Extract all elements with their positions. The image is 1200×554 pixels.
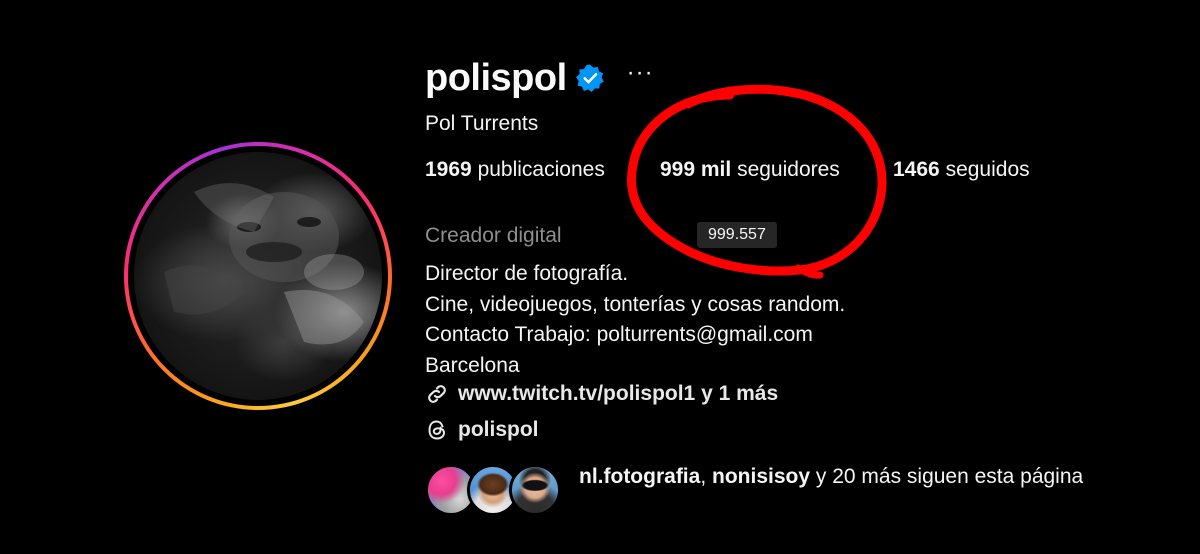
mutual-follower-name[interactable]: nonisisoy — [712, 465, 810, 488]
posts-stat[interactable]: 1969 publicaciones — [425, 158, 660, 182]
followers-stat[interactable]: 999 mil seguidores — [660, 158, 893, 182]
following-stat[interactable]: 1466 seguidos — [893, 158, 1030, 182]
profile-header: polispol ··· — [425, 56, 654, 100]
followed-by[interactable]: nl.fotografia, nonisisoy y 20 más siguen… — [425, 462, 1099, 520]
followers-exact-tooltip: 999.557 — [697, 222, 777, 248]
username: polispol — [425, 56, 567, 99]
bio-line[interactable]: Contacto Trabajo: polturrents@gmail.com — [425, 320, 845, 351]
mutual-avatars — [425, 462, 565, 520]
threads-link[interactable]: polispol — [425, 418, 539, 442]
followed-by-separator: , — [700, 465, 712, 488]
external-link-text[interactable]: www.twitch.tv/polispol1 y 1 más — [458, 382, 778, 406]
followers-count: 999 mil — [660, 158, 732, 181]
followed-by-text: nl.fotografia, nonisisoy y 20 más siguen… — [579, 461, 1099, 520]
verified-badge-icon — [575, 63, 605, 93]
external-link[interactable]: www.twitch.tv/polispol1 y 1 más — [425, 382, 778, 406]
profile-avatar-ring[interactable] — [124, 142, 392, 410]
posts-count: 1969 — [425, 158, 472, 181]
avatar-photo-shapes — [164, 183, 364, 345]
more-options-icon[interactable]: ··· — [627, 61, 654, 85]
profile-stats: 1969 publicaciones 999 mil seguidores 14… — [425, 158, 1030, 182]
profile-category: Creador digital — [425, 224, 562, 247]
link-icon — [425, 382, 449, 406]
following-count: 1466 — [893, 158, 940, 181]
bio-line: Cine, videojuegos, tonterías y cosas ran… — [425, 292, 846, 316]
profile-bio: Director de fotografía. Cine, videojuego… — [425, 259, 845, 381]
threads-icon — [425, 418, 449, 442]
profile-avatar[interactable] — [134, 152, 382, 400]
mutual-follower-name[interactable]: nl.fotografia — [579, 465, 700, 488]
full-name: Pol Turrents — [425, 112, 539, 135]
bio-line: Barcelona — [425, 353, 520, 377]
followed-by-suffix: y 20 más siguen esta página — [810, 465, 1084, 488]
mutual-avatar — [509, 464, 561, 516]
bio-line: Director de fotografía. — [425, 262, 629, 285]
posts-label: publicaciones — [477, 158, 605, 181]
threads-handle[interactable]: polispol — [458, 418, 539, 442]
following-label: seguidos — [945, 158, 1030, 181]
followers-label: seguidores — [737, 158, 840, 181]
